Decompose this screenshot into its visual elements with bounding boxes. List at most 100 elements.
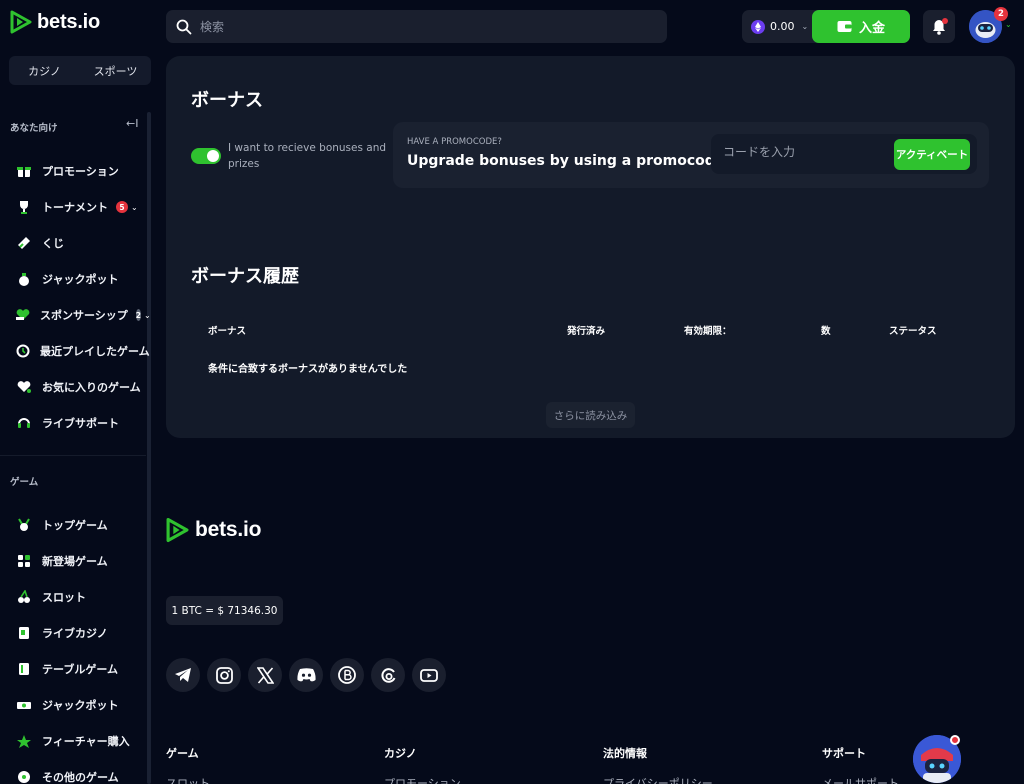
social-x[interactable] — [248, 658, 282, 692]
sidebar-item-tournaments[interactable]: トーナメント 5 ⌄ — [0, 193, 146, 221]
search-input[interactable] — [200, 19, 640, 34]
notifications-button[interactable] — [923, 10, 955, 43]
social-links — [166, 658, 446, 692]
sidebar-item-feature-buy[interactable]: フィーチャー購入 — [0, 727, 146, 755]
column-header-expiry: 有効期限： — [684, 326, 732, 337]
bonus-panel: ボーナス I want to recieve bonuses and prize… — [166, 56, 1015, 438]
tournament-count-badge: 5 — [116, 201, 128, 213]
live-card-icon — [16, 625, 32, 641]
page-title: ボーナス — [191, 90, 263, 111]
promocode-box: HAVE A PROMOCODE? Upgrade bonuses by usi… — [393, 122, 989, 188]
logo-text: bets.io — [195, 518, 262, 541]
social-telegram[interactable] — [166, 658, 200, 692]
footer-link-privacy-policy[interactable]: プライバシーポリシー — [603, 775, 713, 784]
collapse-sidebar-button[interactable]: ←I — [126, 117, 138, 130]
cherry-icon — [16, 589, 32, 605]
section-games: ゲーム — [10, 477, 39, 488]
footer-link-slots[interactable]: スロット — [166, 775, 210, 784]
social-discord[interactable] — [289, 658, 323, 692]
sidebar-item-label: トップゲーム — [42, 519, 108, 532]
receive-bonuses-label: I want to recieve bonuses and prizes — [228, 142, 387, 170]
sidebar-item-label: その他のゲーム — [42, 771, 119, 784]
footer-link-email-support[interactable]: メールサポート — [822, 775, 899, 784]
sidebar-item-favorite-games[interactable]: お気に入りのゲーム — [0, 373, 146, 401]
promocode-title: Upgrade bonuses by using a promocode — [407, 153, 725, 169]
column-header-issued: 発行済み — [567, 326, 606, 337]
chevron-down-icon[interactable]: ⌄ — [1005, 20, 1012, 29]
heart-hand-icon — [16, 307, 30, 323]
sidebar-item-label: フィーチャー購入 — [42, 735, 130, 748]
footer-column-title-games: ゲーム — [166, 747, 199, 760]
avatar[interactable]: 2 — [969, 7, 1008, 43]
chevron-down-icon[interactable]: ⌄ — [144, 311, 151, 320]
social-bitcointalk[interactable] — [330, 658, 364, 692]
section-for-you: あなた向け — [10, 123, 58, 134]
sidebar-item-lottery[interactable]: くじ — [0, 229, 146, 257]
footer-link-promotions[interactable]: プロモーション — [384, 775, 461, 784]
tab-sports[interactable]: スポーツ — [80, 56, 151, 85]
social-youtube[interactable] — [412, 658, 446, 692]
search-icon — [176, 19, 192, 34]
discord-icon — [296, 668, 316, 682]
logo-icon — [10, 10, 32, 34]
search-bar[interactable] — [166, 10, 667, 43]
wallet-icon — [837, 21, 852, 32]
social-threads[interactable] — [371, 658, 405, 692]
sidebar-item-live-support[interactable]: ライブサポート — [0, 409, 146, 437]
trophy-icon — [16, 199, 32, 215]
avatar-notification-badge: 2 — [994, 7, 1008, 21]
deposit-label: 入金 — [858, 21, 885, 36]
sidebar-item-top-games[interactable]: トップゲーム — [0, 511, 146, 539]
sidebar-item-recent-games[interactable]: 最近プレイしたゲーム — [0, 337, 150, 365]
sidebar-item-label: 新登場ゲーム — [42, 555, 108, 568]
sidebar-item-label: お気に入りのゲーム — [42, 381, 141, 394]
sidebar-item-jackpot-games[interactable]: ジャックポット — [0, 691, 146, 719]
sidebar-item-new-games[interactable]: 新登場ゲーム — [0, 547, 146, 575]
bonus-history-title: ボーナス履歴 — [191, 266, 299, 287]
footer-column-title-casino: カジノ — [384, 747, 417, 760]
empty-state-message: 条件に合致するボーナスがありませんでした — [208, 364, 408, 375]
tab-casino[interactable]: カジノ — [9, 56, 80, 85]
sidebar-item-jackpot[interactable]: ジャックポット — [0, 265, 146, 293]
sidebar-item-promotions[interactable]: プロモーション — [0, 157, 146, 185]
brand-logo[interactable]: bets.io — [10, 10, 100, 34]
column-header-bonus: ボーナス — [208, 326, 247, 337]
sidebar-item-label: 最近プレイしたゲーム — [40, 345, 150, 358]
social-instagram[interactable] — [207, 658, 241, 692]
btc-rate: 1 BTC = $ 71346.30 — [166, 596, 283, 625]
sidebar-item-table-games[interactable]: テーブルゲーム — [0, 655, 146, 683]
promocode-input[interactable] — [723, 145, 883, 159]
sidebar-item-slots[interactable]: スロット — [0, 583, 146, 611]
footer-column-title-legal: 法的情報 — [603, 747, 647, 760]
sidebar-scrollbar[interactable] — [147, 112, 151, 784]
footer-logo[interactable]: bets.io — [166, 517, 261, 543]
medal-icon — [16, 517, 32, 533]
promocode-field: アクティベート — [711, 134, 977, 174]
heart-icon — [16, 379, 32, 395]
youtube-icon — [420, 668, 438, 682]
sidebar-divider — [0, 455, 146, 456]
sidebar-item-live-casino[interactable]: ライブカジノ — [0, 619, 146, 647]
more-games-icon — [16, 769, 32, 784]
telegram-icon — [175, 668, 191, 682]
cash-icon — [16, 697, 32, 713]
ticket-icon — [16, 235, 32, 251]
sidebar-item-sponsorship[interactable]: スポンサーシップ 2 ⌄ — [0, 301, 151, 329]
history-icon — [16, 343, 30, 359]
activate-button[interactable]: アクティベート — [894, 139, 970, 170]
logo-text: bets.io — [37, 10, 101, 33]
sponsorship-count-badge: 2 — [135, 309, 141, 321]
chevron-down-icon[interactable]: ⌄ — [131, 203, 138, 212]
notification-dot — [942, 18, 948, 24]
sidebar-item-other-games[interactable]: その他のゲーム — [0, 763, 146, 784]
receive-bonuses-toggle[interactable] — [191, 148, 221, 164]
new-grid-icon — [16, 553, 32, 569]
footer-column-title-support: サポート — [822, 747, 866, 760]
balance-selector[interactable]: 0.00 ⌄ — [742, 19, 812, 34]
sidebar-item-label: テーブルゲーム — [42, 663, 119, 676]
gift-icon — [16, 163, 32, 179]
sidebar-item-label: くじ — [42, 237, 64, 250]
deposit-button[interactable]: 入金 — [812, 10, 910, 43]
load-more-button[interactable]: さらに読み込み — [546, 402, 635, 428]
sidebar-item-label: スロット — [42, 591, 86, 604]
